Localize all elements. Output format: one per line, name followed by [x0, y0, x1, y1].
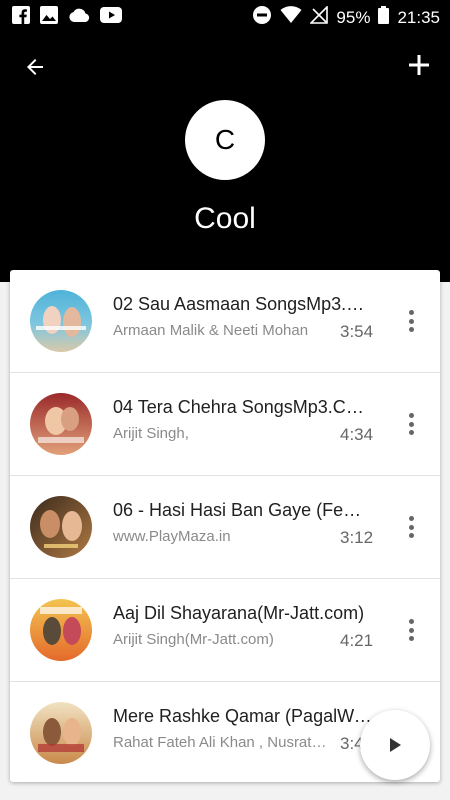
more-vert-icon: [408, 413, 414, 418]
song-artist: Arijit Singh,: [113, 425, 189, 442]
no-signal-icon: [309, 5, 329, 29]
more-options-button[interactable]: [400, 615, 422, 645]
add-song-button[interactable]: [402, 48, 436, 82]
plus-icon: [409, 55, 429, 75]
battery-percentage: 95%: [336, 7, 371, 27]
battery-icon: [378, 6, 390, 29]
more-vert-icon: [408, 516, 414, 521]
facebook-icon: [12, 6, 30, 29]
more-options-button[interactable]: [400, 512, 422, 542]
song-artist: Armaan Malik & Neeti Mohan: [113, 322, 309, 339]
arrow-left-icon: [27, 59, 43, 75]
song-duration: 3:12: [340, 528, 374, 547]
album-art: [30, 290, 92, 352]
play-all-button[interactable]: [360, 710, 430, 780]
song-duration: 4:21: [340, 631, 374, 650]
album-art: [30, 393, 92, 455]
back-button[interactable]: [18, 50, 52, 84]
album-art: [30, 599, 92, 661]
song-artist: Rahat Fateh Ali Khan , Nusrat Fateh Ali …: [113, 734, 328, 751]
dnd-icon: [252, 5, 272, 30]
song-title: 06 - Hasi Hasi Ban Gaye (Female): [113, 500, 373, 520]
play-icon: [390, 738, 401, 752]
cloud-icon: [68, 7, 90, 28]
song-row[interactable]: 02 Sau Aasmaan SongsMp3.Com.mp3 Armaan M…: [10, 270, 440, 373]
playlist-title: Cool: [194, 202, 256, 235]
song-list: 02 Sau Aasmaan SongsMp3.Com.mp3 Armaan M…: [10, 270, 440, 782]
song-row[interactable]: Aaj Dil Shayarana(Mr-Jatt.com) Arijit Si…: [10, 579, 440, 682]
more-vert-icon: [408, 619, 414, 624]
more-options-button[interactable]: [400, 409, 422, 439]
song-duration: 4:34: [340, 425, 374, 444]
song-row[interactable]: 06 - Hasi Hasi Ban Gaye (Female) www.Pla…: [10, 476, 440, 579]
image-icon: [40, 6, 58, 29]
more-vert-icon: [408, 310, 414, 315]
song-title: 02 Sau Aasmaan SongsMp3.Com.mp3: [113, 294, 373, 314]
playlist-header: C Cool: [0, 32, 450, 282]
song-artist: Arijit Singh(Mr-Jatt.com): [113, 631, 274, 648]
more-options-button[interactable]: [400, 306, 422, 336]
song-row[interactable]: 04 Tera Chehra SongsMp3.Com.mp3 Arijit S…: [10, 373, 440, 476]
song-title: 04 Tera Chehra SongsMp3.Com.mp3: [113, 397, 373, 417]
album-art: [30, 702, 92, 764]
song-title: Mere Rashke Qamar (PagalWorld): [113, 706, 373, 726]
song-artist: www.PlayMaza.in: [113, 528, 231, 545]
status-bar: 95% 21:35: [0, 0, 450, 32]
playlist-avatar: C: [185, 100, 265, 180]
youtube-icon: [100, 7, 122, 28]
song-title: Aaj Dil Shayarana(Mr-Jatt.com): [113, 603, 365, 623]
song-duration: 3:54: [340, 322, 374, 341]
wifi-icon: [280, 6, 302, 29]
album-art: [30, 496, 92, 558]
clock: 21:35: [397, 7, 440, 27]
